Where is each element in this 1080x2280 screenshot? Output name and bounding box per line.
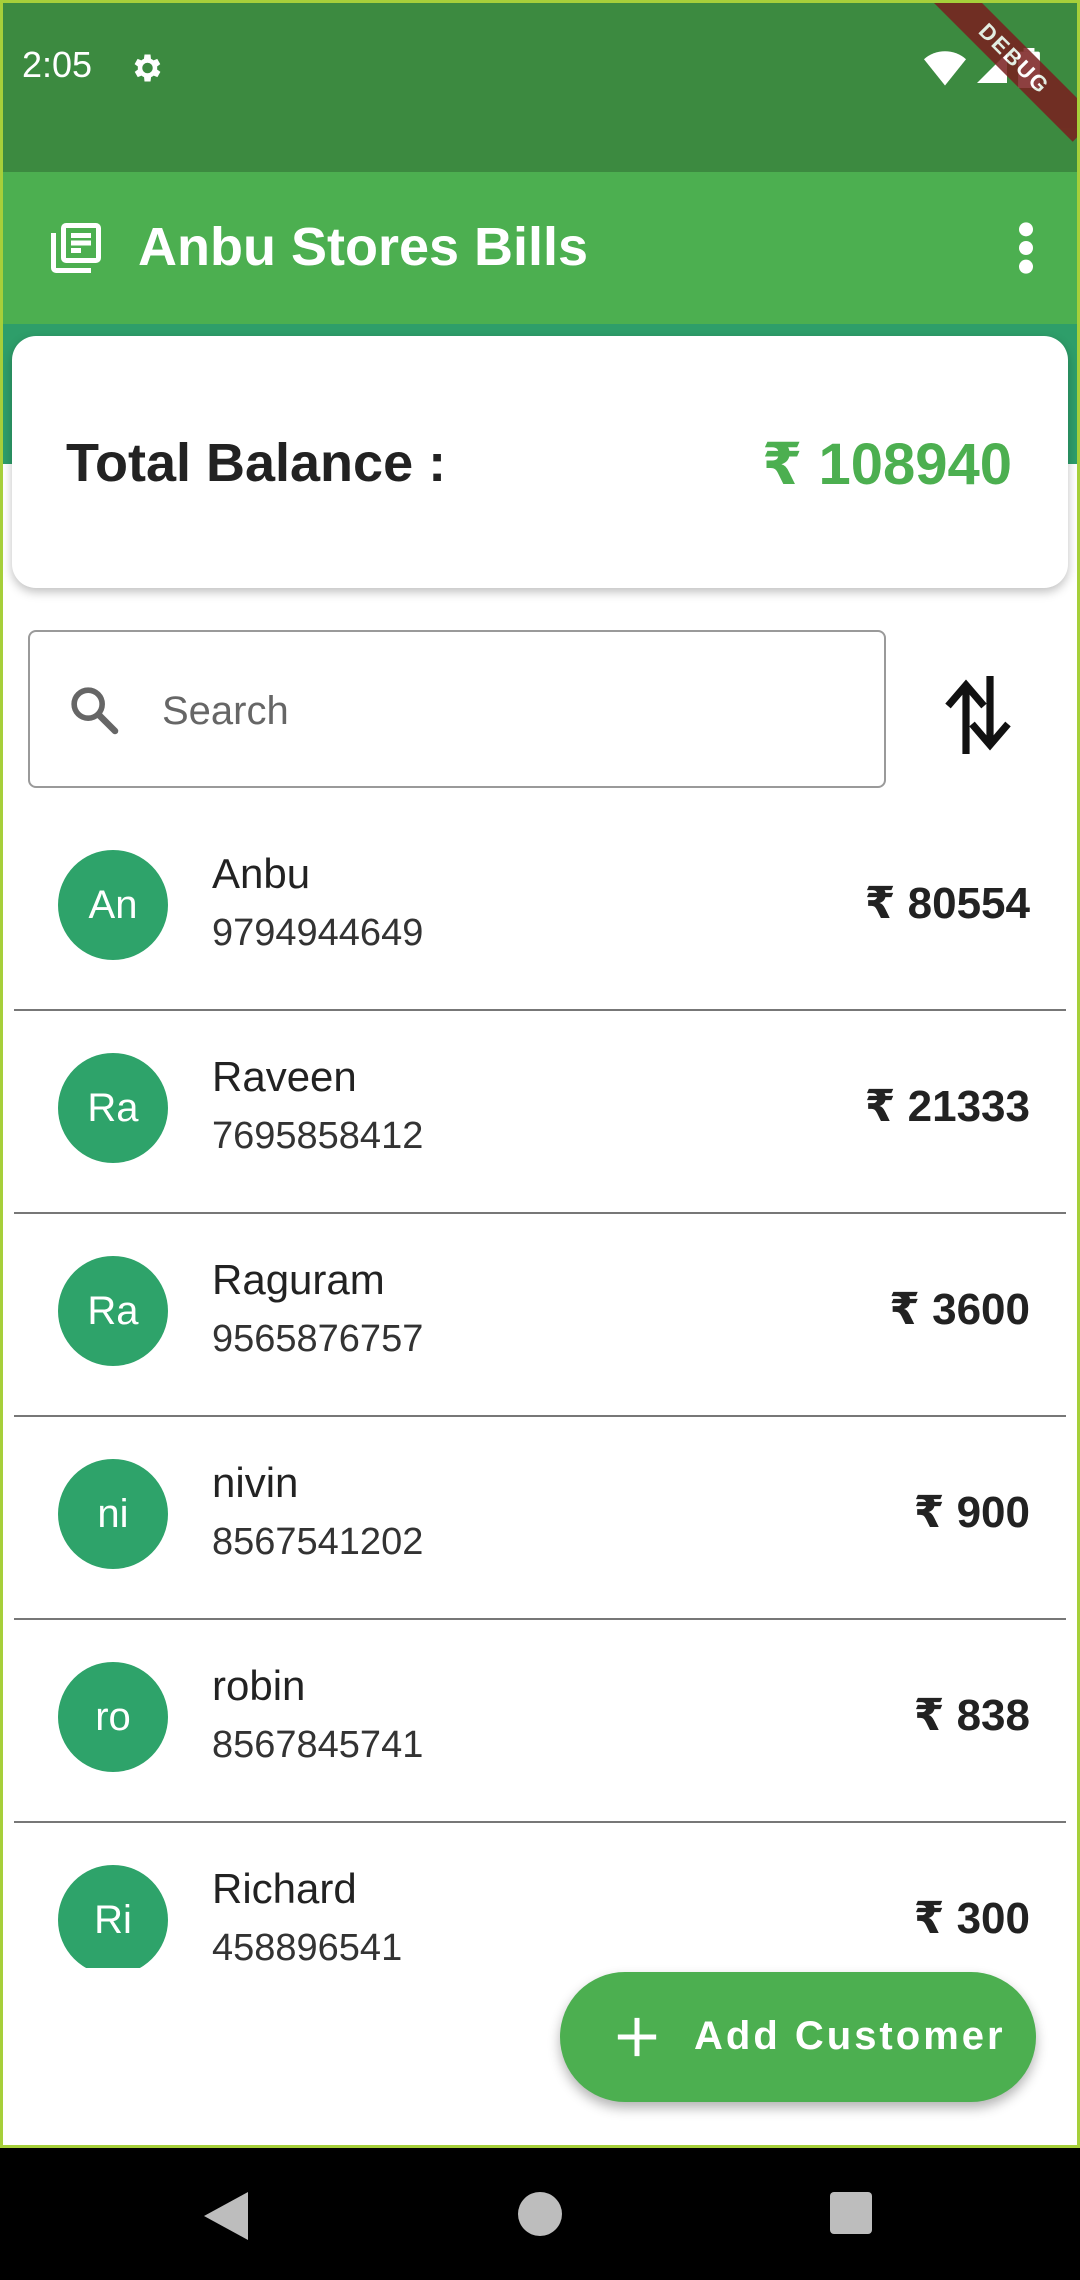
- settings-gear-icon: [134, 54, 161, 82]
- customer-row[interactable]: ni nivin 8567541202 ₹ 900: [14, 1417, 1066, 1620]
- customer-balance: ₹ 80554: [864, 879, 1030, 928]
- avatar: Ra: [58, 1256, 168, 1366]
- search-field[interactable]: [28, 630, 886, 788]
- customer-row[interactable]: Ra Raveen 7695858412 ₹ 21333: [14, 1011, 1066, 1214]
- customer-phone: 9794944649: [212, 912, 424, 954]
- add-customer-button[interactable]: Add Customer: [560, 1972, 1036, 2102]
- total-balance-label: Total Balance :: [66, 433, 447, 493]
- avatar: ni: [58, 1459, 168, 1569]
- avatar: Ra: [58, 1053, 168, 1163]
- customer-balance: ₹ 838: [913, 1691, 1030, 1740]
- customer-row[interactable]: An Anbu 9794944649 ₹ 80554: [14, 808, 1066, 1011]
- customer-balance: ₹ 900: [913, 1488, 1030, 1537]
- status-bar: 2:05 DEBUG: [0, 0, 1080, 172]
- sort-icon[interactable]: [940, 670, 1016, 760]
- customer-name: Raguram: [212, 1256, 385, 1303]
- search-icon: [71, 687, 119, 735]
- system-nav-bar: [0, 2148, 1080, 2280]
- customer-phone: 9565876757: [212, 1318, 424, 1360]
- back-icon[interactable]: [204, 2192, 248, 2240]
- customer-name: Richard: [212, 1865, 357, 1912]
- home-icon[interactable]: [518, 2192, 562, 2236]
- customer-balance: ₹ 3600: [889, 1285, 1030, 1334]
- app-bar: Anbu Stores Bills: [0, 172, 1080, 324]
- total-balance-card: Total Balance : ₹ 108940: [12, 336, 1068, 588]
- add-customer-label: Add Customer: [694, 2014, 1006, 2058]
- customer-row[interactable]: Ri Richard 458896541 ₹ 300: [14, 1823, 1066, 1968]
- customer-name: robin: [212, 1662, 306, 1709]
- plus-icon: [617, 2017, 657, 2057]
- app-title: Anbu Stores Bills: [138, 217, 589, 277]
- customer-balance: ₹ 300: [913, 1894, 1030, 1943]
- customer-list: An Anbu 9794944649 ₹ 80554 Ra Raveen 769…: [14, 808, 1066, 1968]
- customer-phone: 7695858412: [212, 1115, 424, 1157]
- status-time: 2:05: [22, 44, 93, 85]
- customer-name: Anbu: [212, 850, 311, 897]
- search-input[interactable]: [160, 672, 844, 750]
- customer-phone: 458896541: [212, 1927, 403, 1968]
- avatar: Ri: [58, 1865, 168, 1968]
- customer-name: Raveen: [212, 1053, 357, 1100]
- avatar: ro: [58, 1662, 168, 1772]
- recents-icon[interactable]: [830, 2192, 872, 2234]
- wifi-icon: [924, 51, 966, 86]
- customer-phone: 8567541202: [212, 1521, 424, 1563]
- customer-row[interactable]: Ra Raguram 9565876757 ₹ 3600: [14, 1214, 1066, 1417]
- more-vert-icon[interactable]: [1016, 220, 1036, 276]
- avatar: An: [58, 850, 168, 960]
- customer-balance: ₹ 21333: [864, 1082, 1030, 1131]
- total-balance-value: ₹ 108940: [761, 432, 1012, 497]
- customer-name: nivin: [212, 1459, 299, 1506]
- receipt-list-icon: [51, 223, 101, 273]
- customer-row[interactable]: ro robin 8567845741 ₹ 838: [14, 1620, 1066, 1823]
- customer-phone: 8567845741: [212, 1724, 424, 1766]
